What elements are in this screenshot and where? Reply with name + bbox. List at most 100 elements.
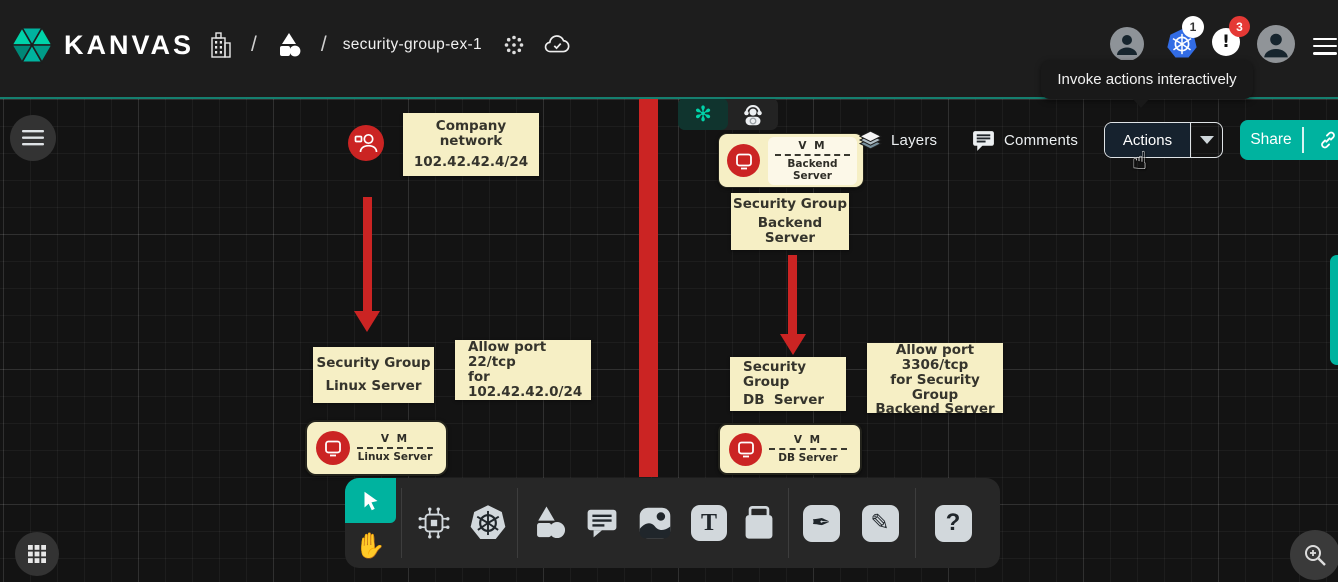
network-boundary-line[interactable] bbox=[639, 99, 658, 477]
meshery-spiral-button[interactable]: ✻ bbox=[678, 98, 728, 130]
components-tool-button[interactable] bbox=[407, 478, 461, 568]
note-allow-port-22[interactable]: Allow port 22/tcp for 102.42.42.0/24 bbox=[455, 340, 591, 400]
zoom-in-icon bbox=[1302, 542, 1328, 568]
note-sg-linux[interactable]: Security Group Linux Server bbox=[313, 347, 434, 403]
pencil-tool-button[interactable]: ✎ bbox=[853, 478, 907, 568]
hand-icon: ✋ bbox=[355, 531, 386, 561]
collaborator-pills: ✻ bbox=[678, 98, 778, 130]
vm-divider bbox=[775, 154, 850, 156]
bottom-toolbar: ✋ bbox=[345, 478, 1000, 568]
kubernetes-count-badge: 1 bbox=[1182, 16, 1204, 38]
cloud-saved-icon bbox=[542, 33, 572, 57]
vm-subtitle: Backend Server bbox=[768, 158, 857, 182]
note-line: Security Group bbox=[743, 360, 846, 390]
note-line: Security Group bbox=[731, 197, 849, 212]
note-sg-backend[interactable]: Security Group Backend Server bbox=[731, 193, 849, 250]
organization-icon[interactable] bbox=[205, 30, 235, 60]
share-button[interactable]: Share bbox=[1240, 131, 1302, 149]
edge-sg-backend-to-sg-db[interactable] bbox=[788, 255, 797, 335]
pen-icon: ✒ bbox=[803, 505, 840, 542]
mouse-pointer-icon: ☝ bbox=[1132, 146, 1147, 175]
vm-subtitle: Linux Server bbox=[350, 451, 440, 463]
canvas-menu-button[interactable] bbox=[10, 115, 56, 161]
select-tool-button[interactable] bbox=[345, 478, 396, 523]
collaborator-avatar[interactable] bbox=[1110, 27, 1144, 61]
kanvas-hexagon-icon bbox=[10, 23, 54, 67]
user-node-icon bbox=[351, 128, 381, 158]
tooltip-caret bbox=[1132, 98, 1150, 108]
comments-icon bbox=[971, 128, 996, 153]
headset-user-icon bbox=[739, 100, 767, 128]
actions-dropdown-button[interactable] bbox=[1190, 123, 1222, 157]
pan-tool-button[interactable]: ✋ bbox=[345, 523, 396, 568]
note-line: 102.42.42.4/24 bbox=[403, 155, 539, 170]
vm-title: V M bbox=[350, 433, 440, 445]
copy-link-button[interactable] bbox=[1304, 130, 1338, 150]
right-panel-handle[interactable] bbox=[1330, 255, 1338, 365]
note-company-network[interactable]: Company network 102.42.42.4/24 bbox=[403, 113, 539, 176]
user-avatar[interactable] bbox=[1257, 25, 1295, 63]
text-tool-icon: T bbox=[691, 505, 727, 541]
logo-wordmark: KANVAS bbox=[64, 30, 194, 61]
vm-title: V M bbox=[768, 140, 857, 152]
image-icon bbox=[635, 503, 675, 543]
comment-tool-button[interactable] bbox=[577, 478, 627, 568]
actions-split-button: Actions bbox=[1104, 122, 1223, 158]
support-bot-button[interactable] bbox=[728, 98, 778, 130]
chip-icon bbox=[416, 505, 452, 541]
toolbar-divider bbox=[788, 488, 789, 558]
note-allow-port-3306[interactable]: Allow port 3306/tcp for Security Group B… bbox=[867, 343, 1003, 413]
shapes-tool-button[interactable] bbox=[523, 478, 577, 568]
vm-node-backend-server[interactable]: V M Backend Server bbox=[718, 133, 864, 188]
widgets-grid-button[interactable] bbox=[15, 532, 59, 576]
vm-node-db-server[interactable]: V M DB Server bbox=[718, 423, 862, 475]
help-icon: ? bbox=[935, 505, 972, 542]
alert-count-badge: 3 bbox=[1229, 16, 1250, 37]
note-line: Allow port 22/tcp bbox=[468, 340, 591, 370]
meshery-spiral-icon: ✻ bbox=[694, 102, 712, 126]
text-tool-button[interactable]: T bbox=[684, 478, 734, 568]
image-tool-button[interactable] bbox=[629, 478, 681, 568]
toolbar-divider bbox=[517, 488, 518, 558]
kanvas-app: KANVAS / bbox=[0, 0, 1338, 582]
vm-monitor-icon bbox=[727, 144, 760, 177]
kubernetes-icon bbox=[469, 504, 507, 542]
note-line: Backend Server bbox=[867, 402, 1003, 417]
zoom-button[interactable] bbox=[1290, 530, 1338, 580]
note-line: Company network bbox=[403, 119, 539, 149]
layers-button[interactable]: Layers bbox=[858, 128, 937, 153]
help-button[interactable]: ? bbox=[925, 478, 981, 568]
pencil-icon: ✎ bbox=[862, 505, 899, 542]
comment-icon bbox=[584, 505, 620, 541]
note-line: Backend Server bbox=[731, 216, 849, 246]
note-line: Security Group bbox=[313, 356, 434, 371]
vm-node-linux-server[interactable]: V M Linux Server bbox=[305, 420, 448, 476]
note-line: Allow port 3306/tcp bbox=[867, 343, 1003, 373]
toolbar-divider bbox=[401, 488, 402, 558]
comments-label: Comments bbox=[1004, 132, 1078, 149]
shortcut-dots-icon[interactable] bbox=[502, 33, 526, 57]
actions-button[interactable]: Actions bbox=[1105, 123, 1190, 157]
link-icon bbox=[1318, 130, 1338, 150]
design-file-name[interactable]: security-group-ex-1 bbox=[343, 36, 482, 54]
note-tool-button[interactable] bbox=[734, 478, 784, 568]
arrowhead-icon bbox=[780, 334, 806, 355]
vm-monitor-icon bbox=[316, 431, 350, 465]
cursor-arrow-icon bbox=[358, 488, 384, 514]
share-split-button: Share bbox=[1240, 120, 1338, 160]
vm-divider bbox=[769, 448, 846, 450]
breadcrumb-separator: / bbox=[321, 33, 327, 57]
pen-tool-button[interactable]: ✒ bbox=[794, 478, 848, 568]
chevron-down-icon bbox=[1200, 136, 1214, 144]
layers-label: Layers bbox=[891, 132, 937, 149]
edge-company-to-sg-linux[interactable] bbox=[363, 197, 372, 312]
header-menu-icon[interactable] bbox=[1313, 33, 1337, 59]
actions-tooltip: Invoke actions interactively bbox=[1041, 60, 1253, 99]
comments-button[interactable]: Comments bbox=[971, 128, 1078, 153]
kanvas-logo[interactable]: KANVAS bbox=[10, 23, 194, 67]
company-user-node[interactable] bbox=[348, 125, 384, 161]
note-sg-db[interactable]: Security Group DB Server bbox=[730, 357, 846, 411]
breadcrumb-separator: / bbox=[251, 33, 257, 57]
kubernetes-tool-button[interactable] bbox=[461, 478, 515, 568]
designs-shapes-icon[interactable] bbox=[273, 30, 305, 60]
